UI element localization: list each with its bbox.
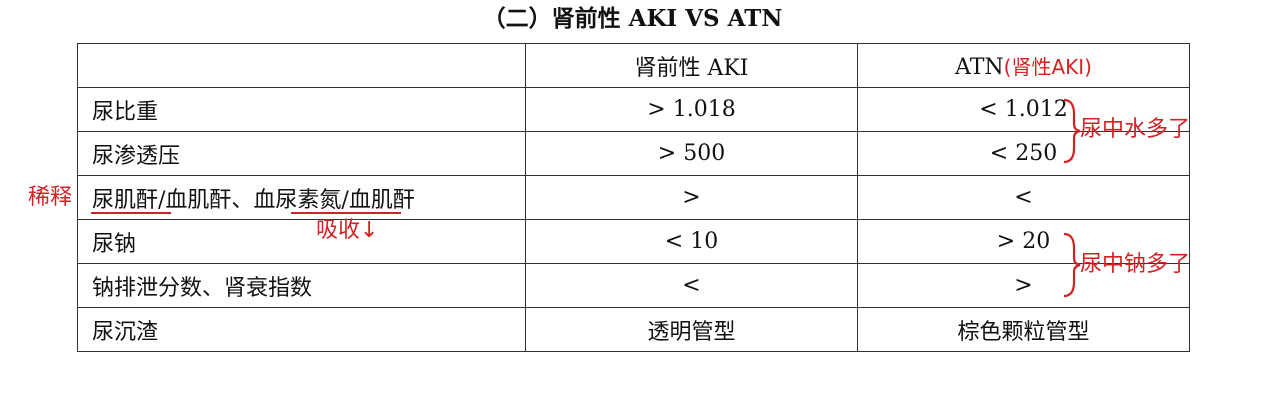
table-row: 尿比重 > 1.018 < 1.012 <box>77 87 1190 132</box>
comparison-table: 肾前性 AKI ATN(肾性AKI) 尿比重 > 1.018 < 1.012 尿… <box>77 43 1190 352</box>
urine-sodium-annotation: 尿中钠多了 <box>1080 252 1191 277</box>
row-label: 尿沉渣 <box>77 307 526 352</box>
atn-value: 棕色颗粒管型 <box>857 307 1190 352</box>
row-label: 尿比重 <box>77 87 526 132</box>
row-label: 尿钠 <box>77 219 526 264</box>
underline-bun <box>291 212 401 214</box>
brace-upper <box>1063 98 1081 164</box>
prerenal-value: < 10 <box>525 219 858 264</box>
prerenal-value: > <box>525 175 858 220</box>
urine-water-annotation: 尿中水多了 <box>1080 117 1191 142</box>
atn-handwritten-note: (肾性AKI) <box>1003 55 1092 79</box>
prerenal-value: 透明管型 <box>525 307 858 352</box>
table-row: 尿渗透压 > 500 < 250 <box>77 131 1190 176</box>
dilute-annotation: 稀释 <box>28 185 73 210</box>
table-row: 尿肌酐/血肌酐、血尿素氮/血肌酐 > < <box>77 175 1190 220</box>
row-label: 尿渗透压 <box>77 131 526 176</box>
table-header-row: 肾前性 AKI ATN(肾性AKI) <box>77 43 1190 88</box>
atn-value: < <box>857 175 1190 220</box>
header-cell-atn: ATN(肾性AKI) <box>857 43 1190 88</box>
prerenal-value: < <box>525 263 858 308</box>
header-cell-blank <box>77 43 526 88</box>
header-atn-label: ATN <box>955 55 1004 80</box>
underline-urine-creatinine <box>91 212 171 214</box>
absorb-annotation: 吸收↓ <box>316 218 379 243</box>
table-row: 尿沉渣 透明管型 棕色颗粒管型 <box>77 307 1190 352</box>
header-cell-prerenal: 肾前性 AKI <box>525 43 858 88</box>
prerenal-value: > 500 <box>525 131 858 176</box>
row-label: 钠排泄分数、肾衰指数 <box>77 263 526 308</box>
prerenal-value: > 1.018 <box>525 87 858 132</box>
table-row: 尿钠 < 10 > 20 <box>77 219 1190 264</box>
table-row: 钠排泄分数、肾衰指数 < > <box>77 263 1190 308</box>
brace-lower <box>1063 232 1081 298</box>
page-title: （二）肾前性 AKI VS ATN <box>482 5 783 32</box>
